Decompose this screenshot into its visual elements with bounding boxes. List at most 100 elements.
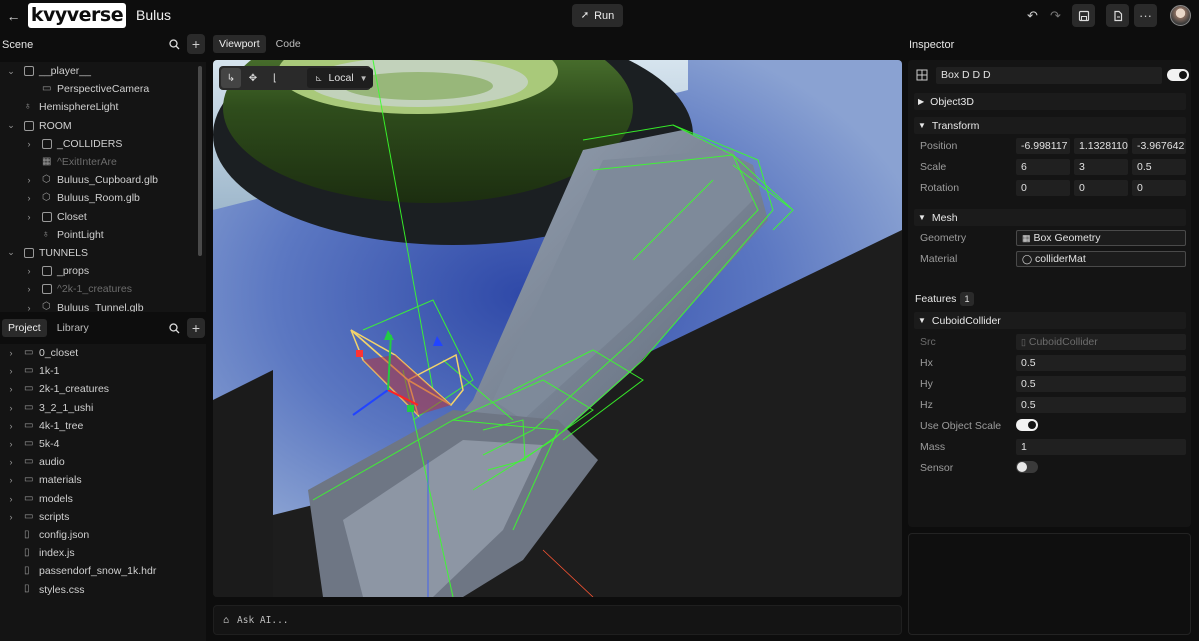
project-file-item[interactable]: ▯ index.js [0,544,206,562]
scene-tree-item[interactable]: ⌄ __player__ [0,62,206,80]
chevron-right-icon[interactable]: › [6,457,16,467]
scene-tree-item[interactable]: › ^2k-1_creatures [0,280,206,298]
chevron-right-icon[interactable]: › [24,193,34,203]
scene-render[interactable] [213,60,902,597]
scene-scrollbar[interactable] [198,66,202,256]
chevron-right-icon[interactable]: › [24,212,34,222]
chevron-down-icon[interactable]: ⌄ [6,247,16,258]
project-folder-item[interactable]: › ▭ 3_2_1_ushi [0,399,206,417]
tab-code[interactable]: Code [270,35,307,53]
geometry-field[interactable]: ▦ Box Geometry [1016,230,1186,246]
project-search-icon[interactable] [164,318,184,338]
tab-library[interactable]: Library [51,319,95,337]
scene-tree-item[interactable]: ⌄ TUNNELS [0,244,206,262]
section-mesh[interactable]: ▼ Mesh [914,209,1186,226]
object-name-field[interactable]: Box D D D [936,67,1162,84]
material-field[interactable]: ◯ colliderMat [1016,251,1186,267]
scene-search-icon[interactable] [164,34,184,54]
chevron-right-icon[interactable]: › [24,303,34,312]
scale-y-field[interactable]: 3 [1074,159,1128,175]
chevron-right-icon[interactable]: › [24,175,34,185]
hz-field[interactable]: 0.5 [1016,397,1186,413]
chevron-right-icon[interactable]: › [6,384,16,394]
project-folder-item[interactable]: › ▭ scripts [0,508,206,526]
project-file-item[interactable]: ▯ config.json [0,526,206,544]
scene-tree-item[interactable]: › _props [0,262,206,280]
chevron-right-icon[interactable]: › [6,348,16,358]
chevron-right-icon[interactable]: › [24,266,34,276]
position-y-field[interactable]: 1.1328110: [1074,138,1128,154]
back-arrow-icon[interactable]: ← [2,4,25,27]
project-folder-item[interactable]: › ▭ models [0,490,206,508]
chevron-right-icon[interactable]: › [6,403,16,413]
scene-tree-item[interactable]: › ⬡ Buluus_Tunnel.glb [0,298,206,312]
section-object3d[interactable]: ▶ Object3D [914,93,1186,110]
position-x-field[interactable]: -6.998117 [1016,138,1070,154]
project-folder-item[interactable]: › ▭ 4k-1_tree [0,417,206,435]
chevron-right-icon[interactable]: › [6,439,16,449]
section-transform[interactable]: ▼ Transform [914,117,1186,134]
scene-add-icon[interactable]: + [187,34,205,54]
scene-tree-item[interactable]: › ⬡ Buluus_Cupboard.glb [0,171,206,189]
scale-z-field[interactable]: 0.5 [1132,159,1186,175]
redo-icon[interactable]: ↷ [1044,4,1067,27]
scene-tree-item[interactable]: ♁ PointLight [0,226,206,244]
chevron-right-icon[interactable]: › [24,139,34,149]
undo-icon[interactable]: ↶ [1021,4,1044,27]
scene-tree-item[interactable]: › ⬡ Buluus_Room.glb [0,189,206,207]
chevron-right-icon[interactable]: › [24,284,34,294]
chevron-right-icon[interactable]: › [6,421,16,431]
object-icon [24,120,34,131]
scene-item-label: HemisphereLight [39,101,119,114]
ask-ai-input[interactable]: ⌂ Ask AI... [213,605,902,635]
user-avatar[interactable] [1170,5,1191,26]
project-folder-item[interactable]: › ▭ 1k-1 [0,362,206,380]
sensor-toggle[interactable] [1016,461,1038,473]
project-file-item[interactable]: ▯ passendorf_snow_1k.hdr [0,562,206,580]
chevron-right-icon[interactable]: › [6,475,16,485]
chevron-down-icon[interactable]: ⌄ [6,66,16,77]
section-cuboid-collider[interactable]: ▼ CuboidCollider [914,312,1186,329]
scene-item-label: Buluus_Tunnel.glb [57,301,144,312]
object-visible-toggle[interactable] [1167,69,1189,81]
scene-tree-item[interactable]: ▭ PerspectiveCamera [0,80,206,98]
scale-tool-icon[interactable]: ⌊ [265,68,285,88]
hy-field[interactable]: 0.5 [1016,376,1186,392]
more-options-icon[interactable]: ··· [1134,4,1157,27]
rotate-tool-icon[interactable]: ✥ [243,68,263,88]
app-logo[interactable]: kvyverse [28,3,126,28]
scene-tree-item[interactable]: ♁ HemisphereLight [0,98,206,116]
position-z-field[interactable]: -3.967642 [1132,138,1186,154]
scene-tree-item[interactable]: › _COLLIDERS [0,135,206,153]
project-folder-item[interactable]: › ▭ 5k-4 [0,435,206,453]
rotation-x-field[interactable]: 0 [1016,180,1070,196]
project-folder-item[interactable]: › ▭ 0_closet [0,344,206,362]
scale-x-field[interactable]: 6 [1016,159,1070,175]
chevron-down-icon[interactable]: ⌄ [6,120,16,131]
hx-field[interactable]: 0.5 [1016,355,1186,371]
folder-icon: ▭ [24,510,34,522]
3d-viewport[interactable]: ↳ ✥ ⌊ ⊾ Local ▼ [213,60,902,597]
chevron-right-icon[interactable]: › [6,494,16,504]
project-add-icon[interactable]: + [187,318,205,338]
rotation-z-field[interactable]: 0 [1132,180,1186,196]
run-button[interactable]: ➚ Run [572,4,623,27]
project-folder-item[interactable]: › ▭ audio [0,453,206,471]
project-file-item[interactable]: ▯ styles.css [0,580,206,598]
mass-field[interactable]: 1 [1016,439,1186,455]
scene-tree-item[interactable]: › Closet [0,208,206,226]
tab-project[interactable]: Project [2,319,47,337]
save-button[interactable] [1072,4,1095,27]
space-mode-dropdown[interactable]: ⊾ Local ▼ [307,68,373,88]
export-button[interactable] [1106,4,1129,27]
tab-viewport[interactable]: Viewport [213,35,266,53]
project-folder-item[interactable]: › ▭ 2k-1_creatures [0,380,206,398]
scene-tree-item[interactable]: ▦ ^ExitInterAre [0,153,206,171]
scene-tree-item[interactable]: ⌄ ROOM [0,117,206,135]
chevron-right-icon[interactable]: › [6,512,16,522]
rotation-y-field[interactable]: 0 [1074,180,1128,196]
chevron-right-icon[interactable]: › [6,366,16,376]
translate-tool-icon[interactable]: ↳ [221,68,241,88]
project-folder-item[interactable]: › ▭ materials [0,471,206,489]
use-object-scale-toggle[interactable] [1016,419,1038,431]
